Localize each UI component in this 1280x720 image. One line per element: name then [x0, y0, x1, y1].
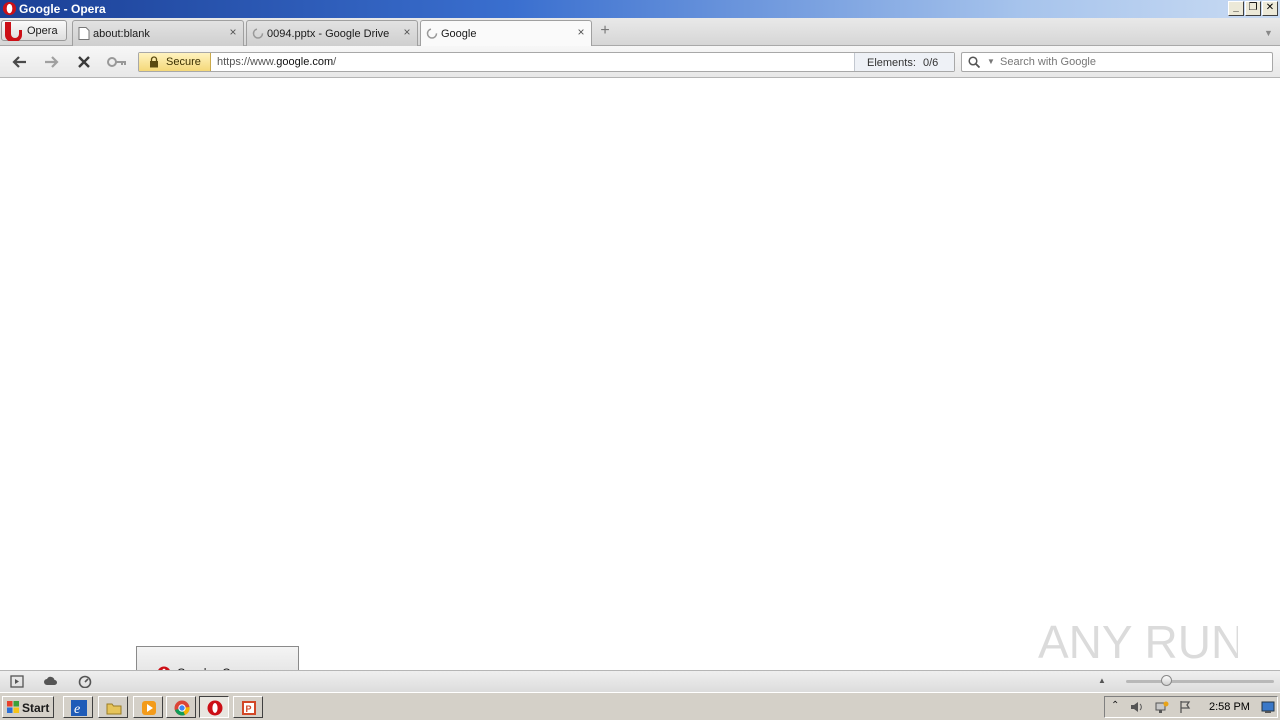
close-window-button[interactable]: ✕	[1262, 1, 1278, 16]
page-content[interactable]	[0, 79, 1280, 670]
opera-logo-icon	[207, 700, 223, 716]
key-icon[interactable]	[106, 53, 128, 71]
volume-speaker-icon[interactable]	[1130, 700, 1144, 714]
taskbar-file-explorer[interactable]	[98, 696, 128, 718]
start-label: Start	[22, 701, 50, 715]
svg-text:P: P	[246, 704, 252, 714]
anyrun-watermark-logo: ANY RUN	[1038, 616, 1238, 668]
opera-logo-icon	[2, 1, 17, 16]
show-hidden-icons-chevron-up-icon[interactable]: ⌃	[1111, 700, 1125, 714]
tab-label: about:blank	[93, 28, 150, 40]
start-button[interactable]: Start	[2, 696, 54, 718]
action-center-flag-icon[interactable]	[1179, 700, 1193, 714]
taskbar-internet-explorer[interactable]: e	[63, 696, 93, 718]
tab-label: Google	[441, 28, 477, 40]
network-icon[interactable]	[1155, 700, 1169, 714]
secure-label: Secure	[166, 56, 201, 68]
folder-icon	[106, 703, 122, 715]
zoom-menu-chevron-up-icon[interactable]: ▲	[1098, 676, 1106, 685]
show-desktop-icon[interactable]	[1261, 700, 1275, 714]
taskbar-powerpoint[interactable]: P	[233, 696, 263, 718]
url-text[interactable]: https://www.google.com/	[217, 56, 336, 68]
media-player-icon	[142, 701, 156, 715]
address-bar[interactable]: Secure https://www.google.com/ Elements:…	[138, 52, 955, 72]
svg-text:e: e	[74, 702, 80, 716]
window-titlebar[interactable]: Google - Opera _ ❐ ✕	[0, 0, 1280, 18]
elements-value: 0/6	[923, 57, 939, 69]
taskbar-clock[interactable]: 2:58 PM	[1209, 701, 1250, 713]
cloud-icon[interactable]	[44, 675, 58, 688]
loading-spinner-icon	[426, 28, 438, 39]
search-icon	[968, 56, 980, 68]
close-tab-icon[interactable]: ×	[576, 26, 586, 38]
powerpoint-icon: P	[242, 701, 256, 715]
restore-button[interactable]: ❐	[1245, 1, 1261, 16]
tab-strip: Opera about:blank × 0094.pptx - Google D…	[0, 18, 1280, 47]
minimize-button[interactable]: _	[1228, 1, 1244, 16]
search-box[interactable]: ▼	[961, 52, 1273, 72]
window-title: Google - Opera	[19, 2, 106, 16]
tab-about-blank[interactable]: about:blank ×	[72, 20, 244, 46]
opera-menu-button[interactable]: Opera	[1, 20, 67, 41]
tab-list-chevron-down-icon[interactable]: ▼	[1264, 28, 1274, 38]
search-engine-chevron-down-icon[interactable]: ▼	[987, 57, 995, 66]
zoom-slider-handle[interactable]	[1161, 675, 1172, 686]
system-tray: ⌃ 2:58 PM	[1104, 696, 1278, 718]
opera-menu-label: Opera	[27, 25, 58, 37]
back-arrow-icon[interactable]	[10, 53, 30, 71]
taskbar-media-player[interactable]	[133, 696, 163, 718]
taskbar-opera[interactable]	[199, 696, 229, 718]
internet-explorer-icon: e	[71, 700, 87, 716]
speed-dial-gauge-icon[interactable]	[78, 675, 92, 688]
forward-arrow-icon[interactable]	[41, 53, 61, 71]
tab-google-drive[interactable]: 0094.pptx - Google Drive ×	[246, 20, 418, 46]
secure-badge[interactable]: Secure	[139, 53, 211, 71]
new-tab-plus-icon[interactable]: +	[596, 23, 614, 40]
windows-flag-icon	[7, 701, 19, 713]
taskbar-chrome[interactable]	[166, 696, 196, 718]
stop-loading-x-icon[interactable]	[74, 53, 94, 71]
opera-logo-icon	[5, 22, 22, 41]
loading-spinner-icon	[252, 28, 264, 39]
panel-toggle-icon[interactable]	[10, 675, 24, 688]
svg-text:ANY RUN: ANY RUN	[1038, 616, 1238, 668]
tab-google[interactable]: Google ×	[420, 20, 592, 47]
search-input[interactable]	[1000, 54, 1260, 70]
navigation-toolbar: Secure https://www.google.com/ Elements:…	[0, 46, 1280, 78]
close-tab-icon[interactable]: ×	[228, 26, 238, 38]
chrome-icon	[174, 700, 190, 716]
lock-icon	[150, 56, 158, 68]
status-bar: ▲	[0, 670, 1280, 692]
zoom-slider-track[interactable]	[1126, 680, 1274, 683]
windows-taskbar: Start e P ⌃ 2:58 PM	[0, 692, 1280, 720]
elements-label: Elements:	[867, 57, 916, 69]
page-icon	[78, 27, 90, 40]
elements-counter: Elements: 0/6	[854, 53, 954, 71]
close-tab-icon[interactable]: ×	[402, 26, 412, 38]
tab-label: 0094.pptx - Google Drive	[267, 28, 390, 40]
